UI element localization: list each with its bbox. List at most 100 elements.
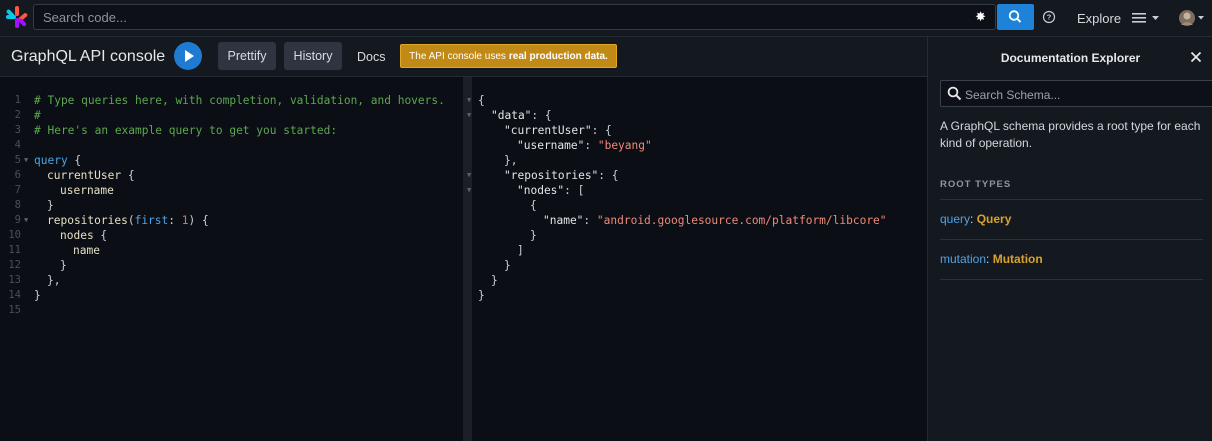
fold-arrow-icon[interactable]: ▼	[467, 93, 471, 108]
json-line: "data": {	[491, 108, 552, 123]
fold-arrow-icon[interactable]: ▼	[24, 153, 28, 168]
code-line: }	[34, 288, 41, 303]
help-circle-icon[interactable]: ?	[1041, 9, 1057, 25]
line-number: 4	[14, 139, 21, 151]
punctuation: {	[478, 94, 485, 107]
json-string: "android.googlesource.com/platform/libco…	[596, 214, 887, 227]
punctuation: ]	[517, 244, 524, 257]
search-icon	[1008, 10, 1022, 23]
result-viewer: ▼ ▼ ▼ ▼ { "data": { "currentUser": { "us…	[467, 77, 927, 441]
punctuation: ) {	[188, 214, 209, 227]
root-type-name[interactable]: mutation	[940, 252, 986, 266]
play-icon	[185, 50, 194, 62]
line-number: 5	[14, 154, 21, 166]
comment: # Type queries here, with completion, va…	[34, 94, 445, 107]
punctuation: }	[34, 289, 41, 302]
field: currentUser	[47, 169, 122, 182]
line-number: 13	[8, 274, 21, 286]
logo-icon[interactable]	[6, 6, 28, 28]
root-type-query[interactable]: query: Query	[940, 212, 1011, 226]
punctuation: : [	[564, 184, 585, 197]
documentation-explorer: Documentation Explorer Search Schema... …	[927, 37, 1212, 441]
colon: :	[986, 252, 993, 266]
user-avatar[interactable]	[1179, 8, 1205, 28]
line-number: 3	[14, 124, 21, 136]
json-line: }	[504, 258, 511, 273]
production-data-warning: The API console uses real production dat…	[400, 44, 617, 68]
code-line: }	[47, 198, 54, 213]
line-number: 10	[8, 229, 21, 241]
json-line: "repositories": {	[504, 168, 619, 183]
prettify-button[interactable]: Prettify	[218, 42, 276, 70]
code-line: # Type queries here, with completion, va…	[34, 93, 445, 108]
search-button[interactable]	[997, 4, 1034, 30]
warning-text: The API console uses	[409, 50, 506, 62]
line-number: 14	[8, 289, 21, 301]
history-button[interactable]: History	[284, 42, 342, 70]
run-query-button[interactable]	[174, 42, 202, 70]
code-line: currentUser {	[47, 168, 135, 183]
punctuation: : {	[591, 124, 612, 137]
field: nodes	[60, 229, 94, 242]
json-line: "currentUser": {	[504, 123, 612, 138]
fold-arrow-icon[interactable]: ▼	[467, 183, 471, 198]
top-bar: Search code... ✸ ? Explore	[0, 0, 1212, 37]
json-line: }	[530, 228, 537, 243]
fold-arrow-icon[interactable]: ▼	[467, 168, 471, 183]
fold-arrow-icon[interactable]: ▼	[24, 213, 28, 228]
punctuation: :	[584, 139, 598, 152]
field: name	[73, 244, 100, 257]
json-line: "username": "beyang"	[517, 138, 652, 153]
punctuation: {	[67, 154, 82, 167]
json-key: "username"	[517, 139, 585, 152]
line-number: 6	[14, 169, 21, 181]
code-line: },	[47, 273, 60, 288]
root-type-mutation[interactable]: mutation: Mutation	[940, 252, 1043, 266]
root-type-value[interactable]: Query	[977, 212, 1012, 226]
divider	[940, 239, 1203, 240]
search-icon	[947, 86, 962, 101]
line-number: 8	[14, 199, 21, 211]
chevron-down-icon	[1198, 16, 1204, 20]
search-placeholder: Search code...	[43, 10, 127, 25]
json-key: "nodes"	[517, 184, 565, 197]
code-line: }	[60, 258, 67, 273]
search-input[interactable]: Search code... ✸	[33, 4, 996, 30]
hamburger-menu-icon[interactable]	[1132, 11, 1162, 25]
json-line: ]	[517, 243, 524, 258]
pane-resize-handle[interactable]	[463, 77, 472, 441]
docs-button[interactable]: Docs	[357, 50, 385, 64]
json-key: "name"	[543, 214, 584, 227]
schema-search-placeholder: Search Schema...	[965, 88, 1061, 102]
argument: first	[134, 214, 169, 227]
root-type-value[interactable]: Mutation	[993, 252, 1043, 266]
divider	[940, 279, 1203, 280]
explore-link[interactable]: Explore	[1077, 11, 1121, 26]
line-number: 9	[14, 214, 21, 226]
json-line: {	[478, 93, 485, 108]
code-line: repositories(first: 1) {	[47, 213, 209, 228]
punctuation: (	[127, 214, 135, 227]
code-line: username	[60, 183, 114, 198]
root-type-name[interactable]: query	[940, 212, 970, 226]
close-icon[interactable]	[1190, 51, 1202, 63]
punctuation: {	[93, 229, 108, 242]
field: repositories	[47, 214, 128, 227]
json-line: {	[530, 198, 537, 213]
sparkle-icon[interactable]: ✸	[975, 9, 986, 25]
fold-arrow-icon[interactable]: ▼	[467, 108, 471, 123]
code-line: # Here's an example query to get you sta…	[34, 123, 337, 138]
colon: :	[970, 212, 977, 226]
console-toolbar: GraphQL API console Prettify History Doc…	[0, 37, 927, 77]
query-editor[interactable]: 1 2 3 4 5 6 7 8 9 10 11 12 13 14 15 ▼ ▼ …	[0, 77, 463, 441]
json-line: },	[504, 153, 517, 168]
punctuation: }	[491, 274, 498, 287]
schema-search-input[interactable]: Search Schema...	[940, 80, 1212, 107]
warning-bold-text: real production data.	[508, 50, 608, 62]
punctuation: :	[168, 214, 182, 227]
punctuation: }	[60, 259, 67, 272]
code-line: name	[73, 243, 100, 258]
json-key: "data"	[491, 109, 532, 122]
svg-text:?: ?	[1047, 13, 1052, 22]
punctuation: : {	[531, 109, 552, 122]
